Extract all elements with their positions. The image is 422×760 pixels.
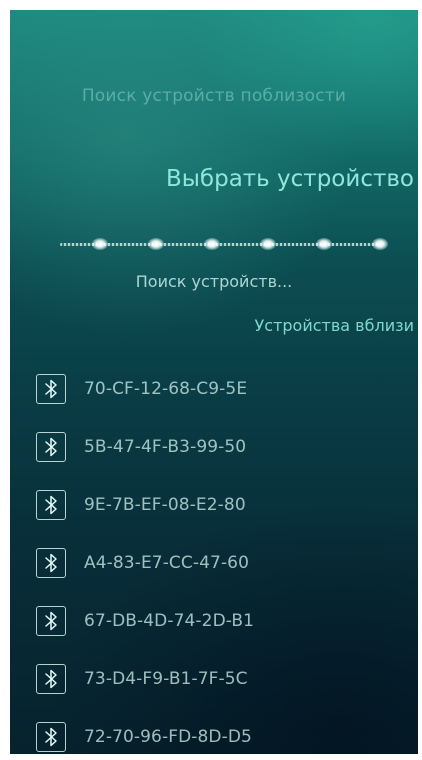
device-name: 5B-47-4F-B3-99-50 bbox=[84, 437, 247, 457]
device-name: 72-70-96-FD-8D-D5 bbox=[84, 727, 252, 747]
bluetooth-icon bbox=[36, 490, 66, 520]
page-title: Выбрать устройство bbox=[165, 166, 414, 192]
device-name: 73-D4-F9-B1-7F-5C bbox=[84, 669, 248, 689]
busy-indicator-dot bbox=[260, 238, 276, 250]
app-screen: Поиск устройств поблизости Выбрать устро… bbox=[10, 10, 418, 754]
device-name: 67-DB-4D-74-2D-B1 bbox=[84, 611, 255, 631]
bluetooth-icon bbox=[36, 722, 66, 752]
device-list-item[interactable]: 9E-7B-EF-08-E2-80 bbox=[10, 476, 418, 534]
bluetooth-icon bbox=[36, 606, 66, 636]
device-name: 70-CF-12-68-C9-5E bbox=[84, 379, 248, 399]
search-status-text: Поиск устройств... bbox=[135, 272, 293, 291]
device-list-item[interactable]: 73-D4-F9-B1-7F-5C bbox=[10, 650, 418, 708]
device-list-item[interactable]: 5B-47-4F-B3-99-50 bbox=[10, 418, 418, 476]
busy-indicator-track bbox=[60, 243, 380, 246]
bluetooth-icon bbox=[36, 664, 66, 694]
section-header: Устройства вблизи bbox=[254, 316, 414, 335]
busy-indicator-dot bbox=[92, 238, 108, 250]
device-list-item[interactable]: 67-DB-4D-74-2D-B1 bbox=[10, 592, 418, 650]
device-name: A4-83-E7-CC-47-60 bbox=[84, 553, 250, 573]
device-name: 9E-7B-EF-08-E2-80 bbox=[84, 495, 246, 515]
device-list-item[interactable]: A4-83-E7-CC-47-60 bbox=[10, 534, 418, 592]
busy-indicator-dot bbox=[316, 238, 332, 250]
busy-indicator-dot bbox=[204, 238, 220, 250]
busy-indicator-dot bbox=[148, 238, 164, 250]
bluetooth-icon bbox=[36, 432, 66, 462]
bluetooth-icon bbox=[36, 548, 66, 578]
device-list-item[interactable]: 72-70-96-FD-8D-D5 bbox=[10, 708, 418, 754]
busy-indicator-dot bbox=[372, 238, 388, 250]
pulley-menu-hint[interactable]: Поиск устройств поблизости bbox=[10, 86, 418, 106]
bluetooth-icon bbox=[36, 374, 66, 404]
busy-indicator bbox=[60, 232, 388, 258]
device-list-item[interactable]: 70-CF-12-68-C9-5E bbox=[10, 360, 418, 418]
